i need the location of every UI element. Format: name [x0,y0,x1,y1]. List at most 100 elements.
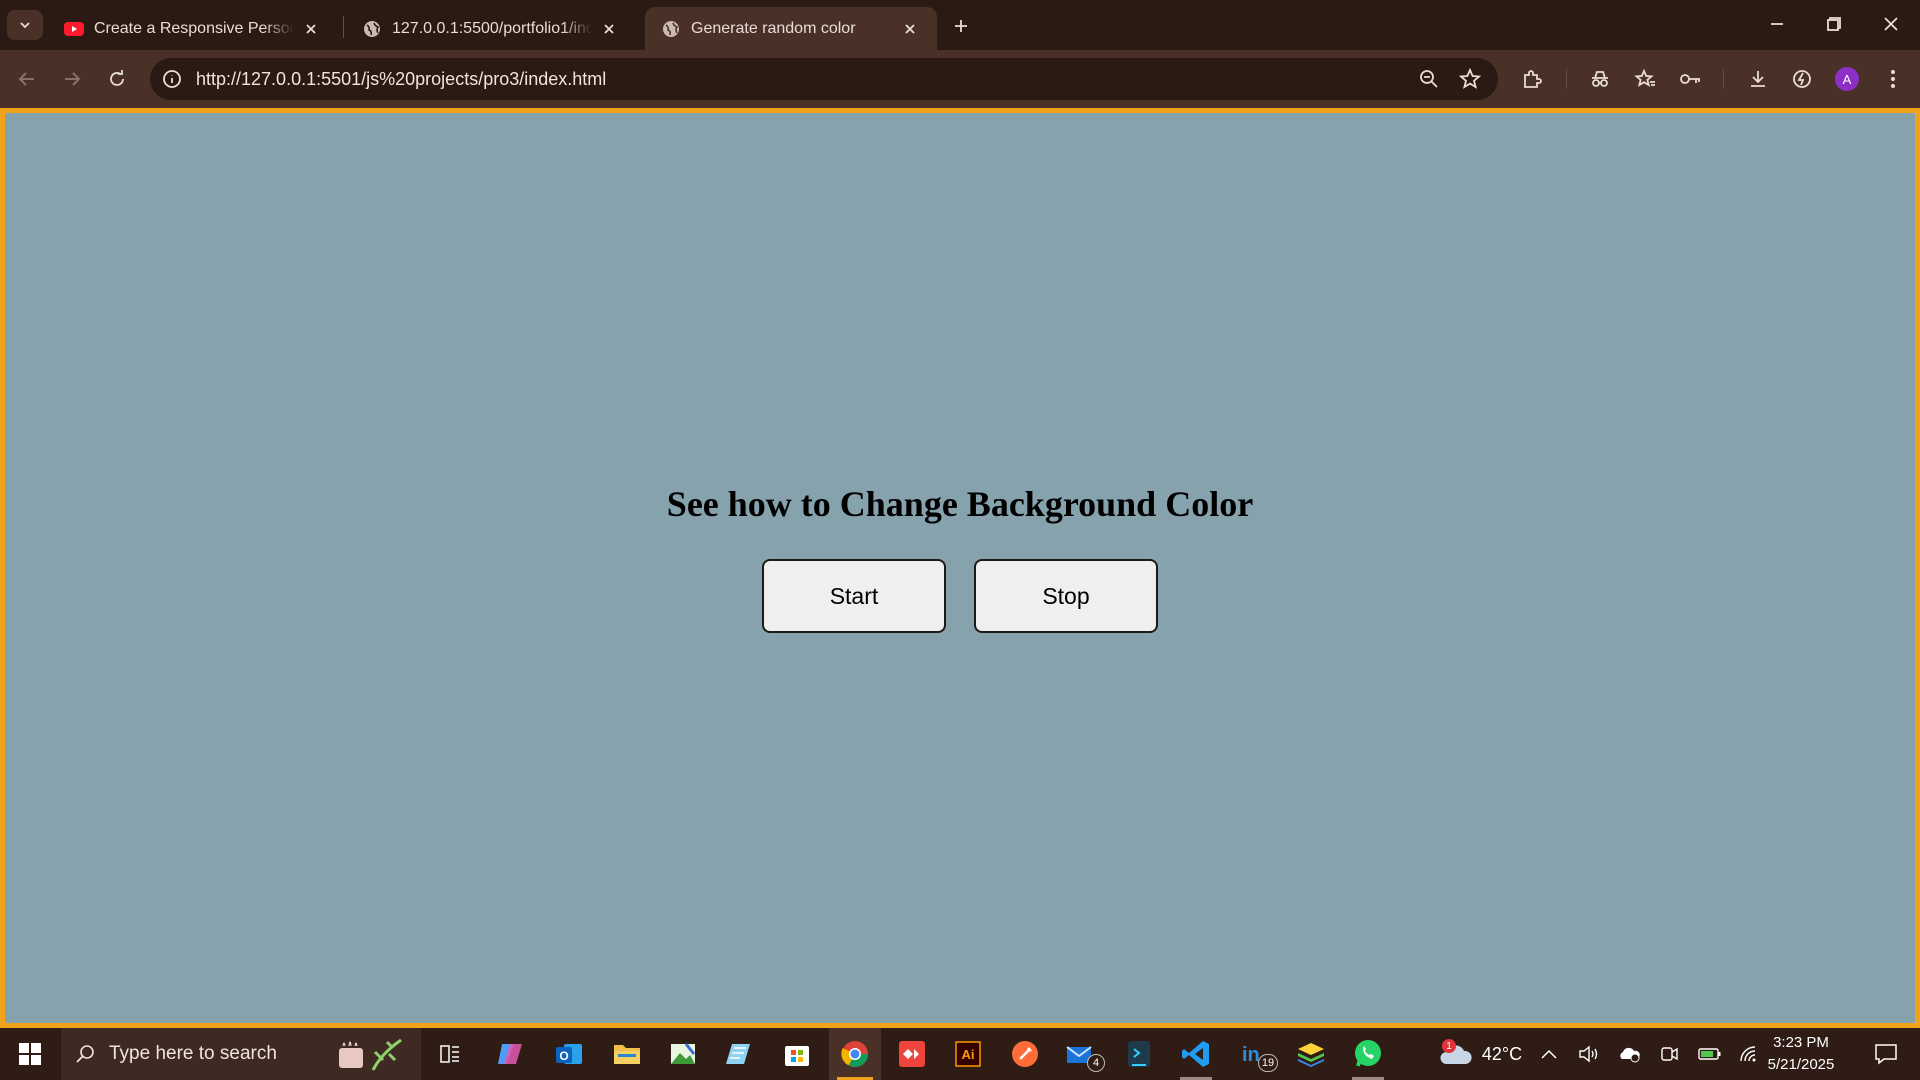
plus-icon [955,20,967,32]
reload-button[interactable] [100,62,134,96]
page-viewport: See how to Change Background Color Start… [0,108,1920,1028]
tab-generate-random-color[interactable]: Generate random color [645,7,937,50]
task-view-icon [440,1045,459,1063]
search-highlight-icon [339,1038,402,1071]
menu-button[interactable] [1876,62,1910,96]
browser-toolbar: http://127.0.0.1:5501/js%20projects/pro3… [0,50,1920,108]
reload-icon [110,70,124,86]
chrome-app[interactable] [829,1028,881,1080]
site-info-icon[interactable] [162,69,182,94]
tab-search-button[interactable] [7,10,43,40]
key-icon [1680,74,1700,84]
new-tab-button[interactable] [947,12,975,40]
cloud-sync-icon [1620,1047,1640,1063]
arrow-right-icon [65,72,81,86]
file-explorer-app[interactable] [604,1028,650,1080]
star-list-icon [1634,68,1655,87]
tab-title: Create a Responsive Personal P [94,19,294,37]
bookmark-star-icon[interactable] [1458,67,1482,95]
temperature: 42°C [1481,1043,1523,1064]
onedrive-button[interactable] [1616,1028,1644,1080]
speed-icon [1793,70,1811,88]
notepad-app[interactable] [716,1028,762,1080]
svg-text:Ai: Ai [962,1047,975,1062]
microsoft-store-app[interactable] [774,1028,820,1080]
terminal-icon [1128,1041,1150,1067]
start-menu-button[interactable] [0,1028,60,1080]
clock-date: 5/21/2025 [1767,1056,1835,1073]
forward-button[interactable] [55,62,89,96]
tab-title: Generate random color [691,19,856,37]
profile-avatar[interactable]: A [1830,62,1864,96]
wifi-button[interactable] [1736,1028,1762,1080]
url-text[interactable]: http://127.0.0.1:5501/js%20projects/pro3… [196,69,606,90]
chevron-down-icon [20,22,30,29]
close-tab-icon[interactable] [300,18,322,40]
clock-time: 3:23 PM [1773,1034,1829,1051]
wifi-icon [1740,1046,1756,1062]
postman-app[interactable] [1002,1028,1048,1080]
whatsapp-app[interactable] [1344,1028,1392,1080]
incognito-icon [1592,71,1608,87]
anydesk-app[interactable] [889,1028,935,1080]
remote-desktop-icon [899,1041,925,1067]
weather-widget[interactable]: 1 42°C [1420,1028,1540,1080]
photo-app[interactable] [660,1028,706,1080]
copilot-icon [498,1044,522,1064]
volume-icon [1579,1045,1598,1063]
task-view-button[interactable] [428,1028,472,1080]
close-tab-icon[interactable] [899,18,921,40]
tab-portfolio[interactable]: 127.0.0.1:5500/portfolio1/index [346,7,636,50]
tab-title: 127.0.0.1:5500/portfolio1/index [392,19,592,37]
restore-button[interactable] [1805,0,1863,48]
stop-button[interactable]: Stop [974,559,1158,633]
taskbar-search-box[interactable]: Type here to search [61,1028,421,1080]
minimize-button[interactable] [1748,0,1806,48]
bluestacks-app[interactable] [1288,1028,1334,1080]
terminal-app[interactable] [1116,1028,1162,1080]
chrome-icon [841,1041,869,1068]
show-hidden-icons-button[interactable] [1536,1028,1562,1080]
linkedin-app[interactable]: in 19 [1230,1028,1278,1080]
start-button[interactable]: Start [762,559,946,633]
back-button[interactable] [10,62,44,96]
performance-button[interactable] [1785,62,1819,96]
battery-button[interactable] [1696,1028,1724,1080]
windows-icon [19,1043,41,1065]
downloads-button[interactable] [1741,62,1775,96]
close-icon [1884,17,1898,31]
folder-icon [614,1045,640,1064]
outlook-app[interactable]: O [546,1028,592,1080]
download-icon [1751,71,1765,87]
close-tab-icon[interactable] [598,18,620,40]
mail-app[interactable]: 4 [1059,1028,1105,1080]
youtube-icon [64,19,84,39]
store-icon [785,1046,809,1066]
taskbar: Type here to search O Ai 4 in 19 1 42°C … [0,1028,1920,1080]
tab-strip: Create a Responsive Personal P 127.0.0.1… [0,0,1920,50]
image-editor-icon [671,1043,696,1064]
password-manager-button[interactable] [1673,62,1707,96]
close-window-button[interactable] [1862,0,1920,48]
extensions-button[interactable] [1515,62,1549,96]
battery-icon [1698,1048,1721,1060]
meet-now-button[interactable] [1656,1028,1682,1080]
copilot-app[interactable] [488,1028,534,1080]
illustrator-app[interactable]: Ai [945,1028,991,1080]
linkedin-badge: 19 [1258,1054,1278,1072]
vscode-app[interactable] [1172,1028,1220,1080]
incognito-button[interactable] [1583,62,1617,96]
volume-button[interactable] [1576,1028,1602,1080]
camera-icon [1661,1047,1678,1061]
arrow-left-icon [18,72,34,86]
layers-icon [1298,1043,1324,1067]
puzzle-icon [1524,70,1542,88]
favorites-button[interactable] [1628,62,1662,96]
notification-center-button[interactable] [1862,1028,1910,1080]
tab-youtube[interactable]: Create a Responsive Personal P [48,7,338,50]
zoom-icon[interactable] [1418,68,1440,95]
svg-text:O: O [559,1049,568,1063]
clock[interactable]: 3:23 PM 5/21/2025 [1762,1032,1840,1076]
search-icon [76,1045,94,1063]
address-bar[interactable]: http://127.0.0.1:5501/js%20projects/pro3… [150,58,1498,100]
